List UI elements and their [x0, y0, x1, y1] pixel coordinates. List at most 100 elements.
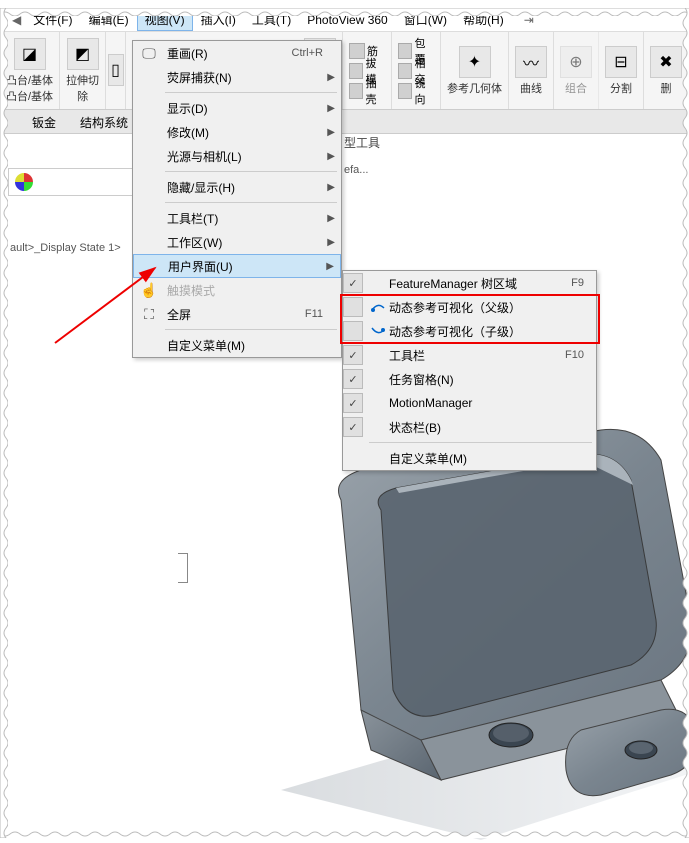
menu-item-[interactable]: ⛶全屏F11 — [133, 302, 341, 326]
submenu-label: 动态参考可视化（子级） — [389, 323, 584, 340]
submenu-label: 工具栏 — [389, 347, 565, 364]
tool-mini-group2: 包覆 相交 镜向 — [392, 32, 441, 109]
submenu-arrow-icon: ▶ — [327, 213, 335, 224]
tab-structure[interactable]: 结构系统 — [68, 110, 140, 133]
menu-item-: ☝ 触摸模式 — [133, 278, 341, 302]
redraw-icon: 🖵 — [137, 43, 161, 63]
blank-icon — [137, 122, 161, 142]
submenu-item-[interactable]: 动态参考可视化（父级） — [343, 295, 596, 319]
submenu-label: FeatureManager 树区域 — [389, 275, 571, 292]
check-icon: ✓ — [343, 345, 363, 365]
boss-icon: ◪ — [14, 38, 46, 70]
submenu-item-N[interactable]: ✓任务窗格(N) — [343, 367, 596, 391]
submenu-item-MotionManager[interactable]: ✓ MotionManager — [343, 391, 596, 415]
tool-cut[interactable]: ◩ 拉伸切除 — [60, 32, 106, 109]
submenu-label: 动态参考可视化（父级） — [389, 299, 584, 316]
menu-label: 自定义菜单(M) — [167, 337, 323, 354]
menu-label: 重画(R) — [167, 45, 292, 62]
narrow-icon: ▯ — [108, 54, 124, 86]
split-icon: ⊟ — [605, 46, 637, 78]
submenu-arrow-icon: ▶ — [327, 151, 335, 162]
menu-item-N[interactable]: 荧屏捕获(N) ▶ — [133, 65, 341, 89]
tab-remnant: 型工具 — [344, 134, 380, 151]
submenu-item-B[interactable]: ✓ 状态栏(B) — [343, 415, 596, 439]
menu-item-L[interactable]: 光源与相机(L) ▶ — [133, 144, 341, 168]
blank-icon — [137, 335, 161, 355]
toolbar: ◪ 凸台/基体凸台/基体 ◩ 拉伸切除 ▯ ▦ 性阵列 筋 拔模 抽壳 包覆 相… — [0, 32, 689, 110]
ui-submenu-dropdown: ✓FeatureManager 树区域F9动态参考可视化（父级）动态参考可视化（… — [342, 270, 597, 471]
submenu-arrow-icon: ▶ — [326, 261, 334, 272]
menu-item-M[interactable]: 修改(M) ▶ — [133, 120, 341, 144]
submenu-arrow-icon: ▶ — [327, 72, 335, 83]
menu-label: 光源与相机(L) — [167, 148, 323, 165]
fullscreen-icon: ⛶ — [137, 304, 161, 324]
submenu-arrow-icon: ▶ — [327, 127, 335, 138]
menu-item-M[interactable]: 自定义菜单(M) — [133, 333, 341, 357]
menu-label: 工具栏(T) — [167, 210, 323, 227]
intersect-icon — [398, 63, 412, 79]
menu-label: 触摸模式 — [167, 282, 323, 299]
tab-strip: 钣金 结构系统 — [0, 110, 689, 134]
check-icon — [343, 297, 363, 317]
menu-label: 显示(D) — [167, 100, 323, 117]
blank-icon — [138, 256, 162, 276]
origin-marker — [178, 553, 188, 583]
menu-label: 工作区(W) — [167, 234, 323, 251]
touch-icon: ☝ — [137, 280, 161, 300]
view-menu-dropdown: 🖵重画(R)Ctrl+R荧屏捕获(N)▶显示(D)▶修改(M)▶光源与相机(L)… — [132, 40, 342, 358]
submenu-label: 状态栏(B) — [389, 419, 584, 436]
check-icon: ✓ — [343, 273, 363, 293]
tool-split[interactable]: ⊟ 分割 — [599, 32, 644, 109]
check-icon: ✓ — [343, 393, 363, 413]
menu-label: 用户界面(U) — [168, 258, 322, 275]
blank-icon — [137, 208, 161, 228]
submenu-item-FeatureManager[interactable]: ✓FeatureManager 树区域F9 — [343, 271, 596, 295]
shell-icon — [349, 83, 363, 99]
tab-remnant2: efa... — [344, 164, 368, 176]
menu-item-D[interactable]: 显示(D) ▶ — [133, 96, 341, 120]
menu-item-H[interactable]: 隐藏/显示(H) ▶ — [133, 175, 341, 199]
check-icon: ✓ — [343, 417, 363, 437]
blank-icon — [137, 98, 161, 118]
submenu-label: 自定义菜单(M) — [389, 450, 584, 467]
menu-item-U[interactable]: 用户界面(U) ▶ — [133, 254, 341, 278]
mirror-icon — [398, 83, 412, 99]
3d-part[interactable] — [221, 420, 689, 840]
cut-icon: ◩ — [67, 38, 99, 70]
btn-mirror[interactable]: 镜向 — [398, 81, 434, 101]
tool-combine[interactable]: ⊕ 组合 — [554, 32, 599, 109]
submenu-arrow-icon: ▶ — [327, 103, 335, 114]
tool-mini-group: 筋 拔模 抽壳 — [343, 32, 392, 109]
menu-label: 修改(M) — [167, 124, 323, 141]
submenu-item-[interactable]: 动态参考可视化（子级） — [343, 319, 596, 343]
tool-narrow[interactable]: ▯ — [106, 32, 126, 109]
check-icon — [343, 321, 363, 341]
blank-icon — [137, 67, 161, 87]
draft-icon — [349, 63, 363, 79]
menu-item-R[interactable]: 🖵重画(R)Ctrl+R — [133, 41, 341, 65]
delete-icon: ✖ — [650, 46, 682, 78]
wrap-icon — [398, 43, 412, 59]
blank-icon — [137, 146, 161, 166]
tool-boss[interactable]: ◪ 凸台/基体凸台/基体 — [0, 32, 60, 109]
submenu-label: MotionManager — [389, 396, 584, 410]
menu-item-W[interactable]: 工作区(W) ▶ — [133, 230, 341, 254]
btn-shell[interactable]: 抽壳 — [349, 81, 385, 101]
submenu-item-[interactable]: ✓工具栏F10 — [343, 343, 596, 367]
combine-icon: ⊕ — [560, 46, 592, 78]
menu-label: 荧屏捕获(N) — [167, 69, 323, 86]
refgeom-icon: ✦ — [459, 46, 491, 78]
menu-label: 全屏 — [167, 306, 305, 323]
submenu-item-M[interactable]: 自定义菜单(M) — [343, 446, 596, 470]
blank-icon — [137, 232, 161, 252]
appearance-ball-icon — [15, 173, 33, 191]
submenu-arrow-icon: ▶ — [327, 237, 335, 248]
menu-label: 隐藏/显示(H) — [167, 179, 323, 196]
tool-refgeom[interactable]: ✦ 参考几何体 — [441, 32, 509, 109]
dyn-c-icon — [367, 324, 389, 338]
blank-icon — [137, 177, 161, 197]
tab-sheetmetal[interactable]: 钣金 — [20, 110, 68, 133]
tool-curves[interactable]: 〰 曲线 — [509, 32, 554, 109]
submenu-arrow-icon: ▶ — [327, 182, 335, 193]
menu-item-T[interactable]: 工具栏(T) ▶ — [133, 206, 341, 230]
